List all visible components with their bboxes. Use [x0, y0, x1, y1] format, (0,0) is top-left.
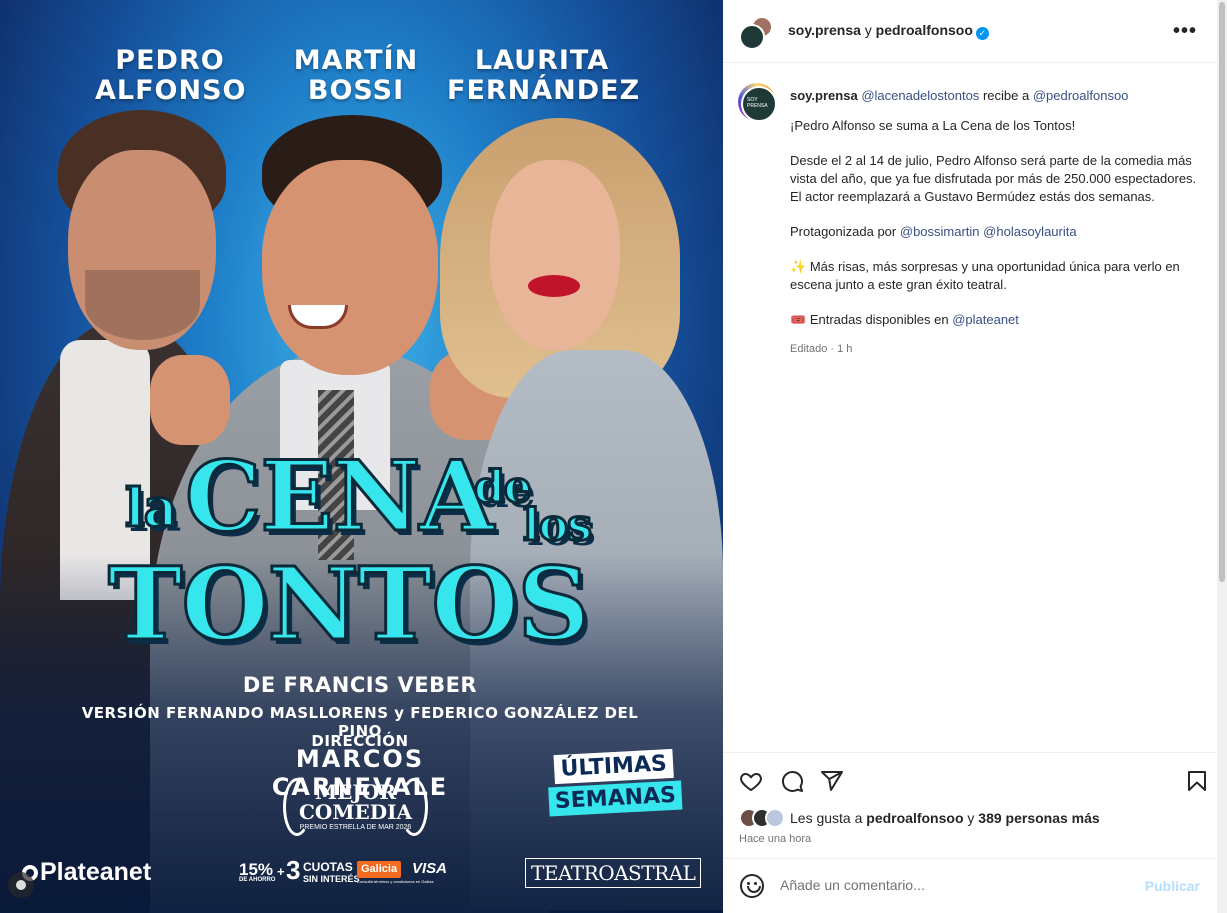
caption-author[interactable]: soy.prensa [790, 88, 858, 103]
liker-link[interactable]: pedroalfonsoo [866, 810, 963, 826]
emoji-smiley-icon[interactable] [740, 874, 764, 898]
verified-icon: ✓ [975, 27, 989, 40]
teatro-astral-logo: TEATROASTRAL [525, 858, 702, 888]
post-timestamp[interactable]: Hace una hora [739, 833, 811, 845]
laurel-icon [400, 778, 428, 836]
comment-input[interactable] [780, 877, 1140, 893]
more-options-icon[interactable]: ••• [1173, 20, 1197, 43]
plateanet-logo: Plateanet [22, 858, 151, 887]
last-weeks-badge: ÚLTIMAS SEMANAS [546, 748, 683, 817]
author-link[interactable]: pedroalfonsoo [876, 22, 973, 38]
page-scrollbar[interactable] [1217, 0, 1227, 913]
carousel-dot-icon[interactable] [8, 872, 34, 898]
mention-link[interactable]: @plateanet [952, 312, 1019, 327]
caption: SOY PRENSA soy.prensa @lacenadelostontos… [723, 63, 1217, 753]
comment-bar: Publicar [723, 858, 1217, 913]
post-side-panel: soy.prensa y pedroalfonsoo ✓ ••• SOY PREN… [723, 0, 1217, 913]
actor-name-martin: MARTÍN BOSSI [293, 45, 419, 106]
avatar [765, 808, 785, 828]
ticket-icon: 🎟️ [790, 312, 807, 327]
post-header: soy.prensa y pedroalfonsoo ✓ ••• [723, 0, 1217, 63]
mention-link[interactable]: @bossimartin [900, 224, 980, 239]
author-link[interactable]: soy.prensa [788, 22, 861, 38]
edited-timestamp: Editado · 1 h [790, 343, 853, 355]
post-image[interactable]: PEDRO ALFONSO MARTÍN BOSSI LAURITA FERNÁNDE… [0, 0, 723, 913]
avatar[interactable] [739, 24, 765, 50]
scrollbar-thumb[interactable] [1219, 2, 1225, 582]
laurel-icon [283, 778, 311, 836]
save-bookmark-icon[interactable] [1185, 769, 1209, 793]
post-actions: Les gusta a pedroalfonsoo y 389 personas… [723, 752, 1217, 858]
likes-count-link[interactable]: 389 personas más [978, 810, 1099, 826]
post-authors: soy.prensa y pedroalfonsoo ✓ [788, 22, 989, 40]
caption-paragraph: ¡Pedro Alfonso se suma a La Cena de los … [790, 118, 1076, 133]
award-badge: MEJOR COMEDIA PREMIO ESTRELLA DE MAR 202… [283, 772, 428, 842]
mention-link[interactable]: @pedroalfonsoo [1033, 88, 1129, 103]
caption-paragraph: Desde el 2 al 14 de julio, Pedro Alfonso… [790, 153, 1197, 204]
galicia-logo: Galicia [357, 861, 402, 878]
mention-link[interactable]: @holasoylaurita [983, 224, 1076, 239]
publish-button[interactable]: Publicar [1145, 878, 1200, 894]
credit-author: DE FRANCIS VEBER [242, 673, 478, 697]
comment-bubble-icon[interactable] [780, 769, 804, 793]
mention-link[interactable]: @lacenadelostontos [861, 88, 979, 103]
actor-name-pedro: PEDRO ALFONSO [95, 45, 247, 106]
share-send-icon[interactable] [820, 769, 844, 793]
visa-logo: VISA [412, 860, 448, 877]
collab-avatars[interactable] [739, 16, 773, 50]
avatar[interactable]: SOY PRENSA [738, 83, 777, 122]
actor-name-laurita: LAURITA FERNÁNDEZ [447, 45, 641, 106]
sparkles-icon: ✨ [790, 259, 807, 274]
caption-text: soy.prensa @lacenadelostontos recibe a @… [790, 87, 1205, 358]
like-heart-icon[interactable] [739, 769, 763, 793]
